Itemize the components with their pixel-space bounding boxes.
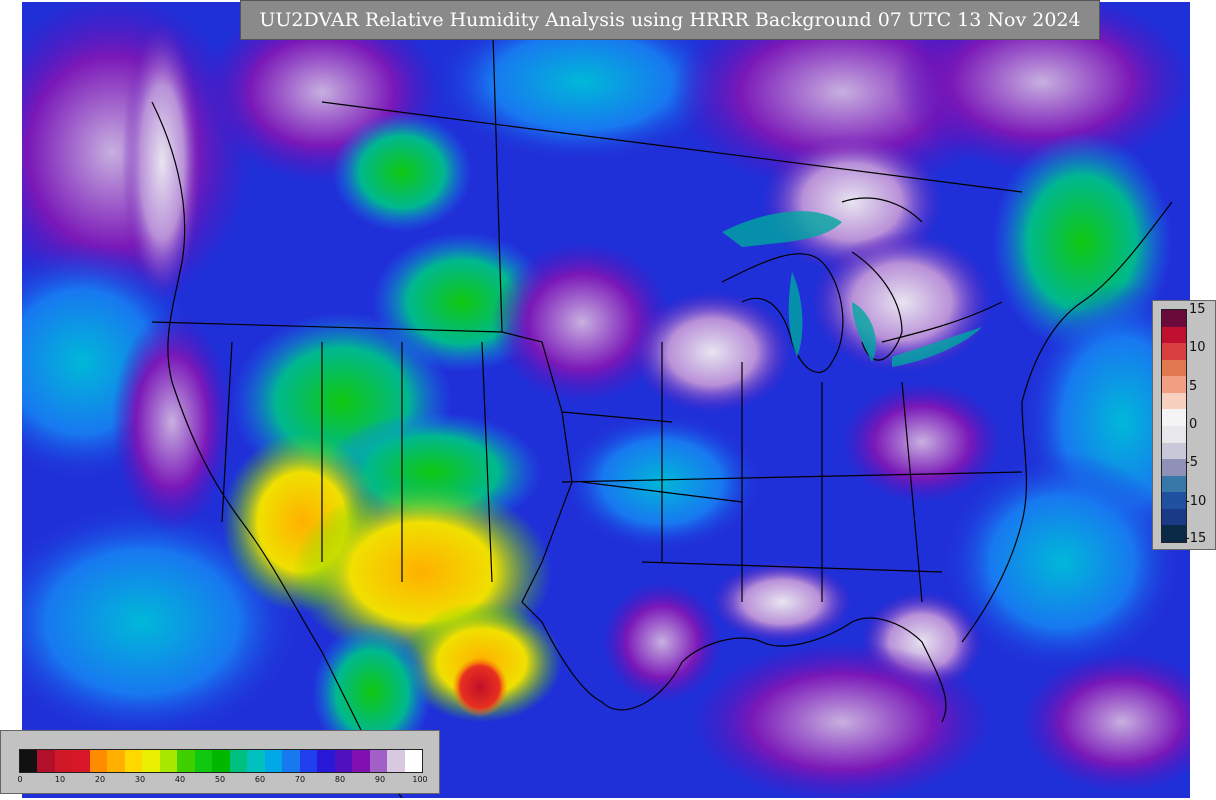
rh-color-segment	[159, 750, 178, 772]
map-title: UU2DVAR Relative Humidity Analysis using…	[240, 0, 1100, 40]
rh-color-segment	[369, 750, 388, 772]
increment-label: 10	[1189, 340, 1206, 355]
rh-map	[22, 2, 1190, 798]
rh-color-segment	[124, 750, 143, 772]
increment-color-segment	[1162, 326, 1186, 344]
rh-color-segment	[387, 750, 405, 772]
increment-color-segment	[1162, 492, 1186, 509]
increment-colorbar: 15 10 5 0 -5 -10 -15	[1152, 300, 1216, 550]
rh-tick-label: 70	[294, 775, 306, 784]
increment-label: 0	[1189, 417, 1198, 432]
rh-tick-label: 20	[94, 775, 106, 784]
rh-tick-label: 100	[412, 775, 428, 784]
rh-tick-label: 0	[17, 775, 23, 784]
rh-color-segment	[229, 750, 248, 772]
increment-color-segment	[1162, 442, 1186, 460]
rh-color-segment	[299, 750, 318, 772]
rh-color-segment	[334, 750, 353, 772]
increment-color-segment	[1162, 409, 1186, 426]
rh-tick-label: 50	[214, 775, 226, 784]
rh-color-segment	[142, 750, 160, 772]
rh-tick-label: 30	[134, 775, 146, 784]
rh-color-segment	[247, 750, 265, 772]
rh-color-segment	[54, 750, 73, 772]
increment-color-segment	[1162, 425, 1186, 443]
rh-colorbar-scale	[19, 749, 423, 773]
rh-tick-label: 90	[374, 775, 386, 784]
rh-color-segment	[212, 750, 230, 772]
rh-tick-label: 40	[174, 775, 186, 784]
rh-color-segment	[264, 750, 283, 772]
rh-color-segment	[352, 750, 370, 772]
rh-color-segment	[282, 750, 300, 772]
increment-label: 5	[1189, 379, 1198, 394]
increment-label: -15	[1185, 531, 1207, 546]
increment-colorbar-scale	[1161, 309, 1187, 543]
rh-colorbar: 0 10 20 30 40 50 60 70 80 90 100	[0, 730, 440, 794]
rh-color-segment	[72, 750, 90, 772]
increment-color-segment	[1162, 525, 1186, 542]
increment-label: -5	[1185, 455, 1198, 470]
increment-color-segment	[1162, 392, 1186, 410]
rh-color-segment	[89, 750, 108, 772]
rh-tick-label: 10	[54, 775, 66, 784]
rh-color-segment	[107, 750, 125, 772]
rh-color-segment	[37, 750, 55, 772]
rh-tick-label: 60	[254, 775, 266, 784]
increment-color-segment	[1162, 376, 1186, 393]
rh-tick-label: 80	[334, 775, 346, 784]
increment-color-segment	[1162, 459, 1186, 476]
increment-label: 15	[1189, 302, 1206, 317]
increment-color-segment	[1162, 343, 1186, 360]
rh-color-segment	[194, 750, 213, 772]
rh-color-segment	[177, 750, 195, 772]
rh-color-segment	[317, 750, 335, 772]
increment-color-segment	[1162, 508, 1186, 526]
increment-label: -10	[1185, 494, 1207, 509]
rh-field-map	[22, 2, 1190, 798]
increment-color-segment	[1162, 359, 1186, 377]
rh-color-segment	[20, 750, 38, 772]
rh-color-segment	[404, 750, 423, 772]
increment-color-segment	[1162, 475, 1186, 493]
increment-color-segment	[1162, 310, 1186, 327]
